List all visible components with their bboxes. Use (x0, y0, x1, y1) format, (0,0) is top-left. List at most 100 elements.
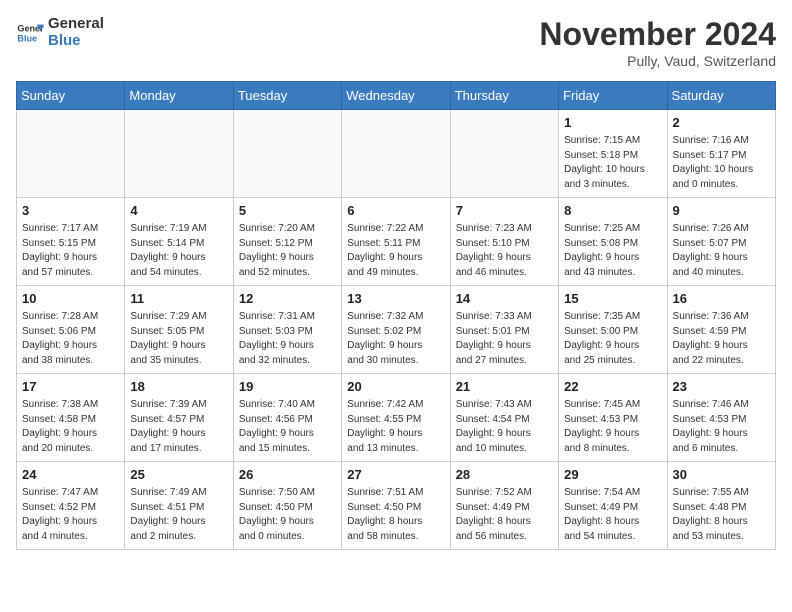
day-info: Sunrise: 7:55 AMSunset: 4:48 PMDaylight:… (673, 486, 770, 544)
day-info: Sunrise: 7:54 AMSunset: 4:49 PMDaylight:… (564, 486, 661, 544)
calendar-cell: 5Sunrise: 7:20 AMSunset: 5:12 PMDaylight… (233, 198, 341, 286)
day-info: Sunrise: 7:36 AMSunset: 4:59 PMDaylight:… (673, 310, 770, 368)
day-number: 27 (347, 466, 444, 484)
calendar-cell: 11 Sunrise: 7:29 AMSunset: 5:05 PMDayligh… (125, 286, 233, 374)
svg-text:Blue: Blue (17, 33, 37, 43)
calendar-cell: 28 Sunrise: 7:52 AMSunset: 4:49 PMDayligh… (450, 462, 558, 550)
day-number: 23 (673, 378, 770, 396)
day-number: 3 (22, 202, 119, 220)
calendar-cell (125, 110, 233, 198)
week-row: 1 Sunrise: 7:15 AMSunset: 5:18 PMDaylight… (17, 110, 776, 198)
week-row: 17Sunrise: 7:38 AMSunset: 4:58 PMDayligh… (17, 374, 776, 462)
day-number: 16 (673, 290, 770, 308)
calendar-cell: 26Sunrise: 7:50 AMSunset: 4:50 PMDayligh… (233, 462, 341, 550)
logo: General Blue General Blue (16, 16, 104, 49)
day-number: 11 (130, 290, 227, 308)
day-info: Sunrise: 7:22 AMSunset: 5:11 PMDaylight:… (347, 222, 444, 280)
day-info: Sunrise: 7:25 AMSunset: 5:08 PMDaylight:… (564, 222, 661, 280)
day-number: 18 (130, 378, 227, 396)
day-number: 17 (22, 378, 119, 396)
day-number: 8 (564, 202, 661, 220)
calendar-cell: 9 Sunrise: 7:26 AMSunset: 5:07 PMDaylight… (667, 198, 775, 286)
calendar: SundayMondayTuesdayWednesdayThursdayFrid… (16, 81, 776, 550)
day-info: Sunrise: 7:43 AMSunset: 4:54 PMDaylight:… (456, 398, 553, 456)
weekday-header: Wednesday (342, 82, 450, 110)
day-info: Sunrise: 7:32 AMSunset: 5:02 PMDaylight:… (347, 310, 444, 368)
calendar-cell: 16 Sunrise: 7:36 AMSunset: 4:59 PMDayligh… (667, 286, 775, 374)
calendar-cell: 12 Sunrise: 7:31 AMSunset: 5:03 PMDayligh… (233, 286, 341, 374)
calendar-cell: 18 Sunrise: 7:39 AMSunset: 4:57 PMDayligh… (125, 374, 233, 462)
day-info: Sunrise: 7:20 AMSunset: 5:12 PMDaylight:… (239, 222, 336, 280)
day-info: Sunrise: 7:42 AMSunset: 4:55 PMDaylight:… (347, 398, 444, 456)
calendar-cell: 14 Sunrise: 7:33 AMSunset: 5:01 PMDayligh… (450, 286, 558, 374)
calendar-cell: 29Sunrise: 7:54 AMSunset: 4:49 PMDayligh… (559, 462, 667, 550)
day-info: Sunrise: 7:23 AMSunset: 5:10 PMDaylight:… (456, 222, 553, 280)
weekday-header: Monday (125, 82, 233, 110)
day-number: 7 (456, 202, 553, 220)
day-number: 1 (564, 114, 661, 132)
weekday-header: Saturday (667, 82, 775, 110)
month-title: November 2024 (539, 16, 776, 53)
day-number: 26 (239, 466, 336, 484)
day-number: 21 (456, 378, 553, 396)
day-number: 4 (130, 202, 227, 220)
calendar-cell: 8 Sunrise: 7:25 AMSunset: 5:08 PMDaylight… (559, 198, 667, 286)
calendar-cell: 24Sunrise: 7:47 AMSunset: 4:52 PMDayligh… (17, 462, 125, 550)
day-info: Sunrise: 7:31 AMSunset: 5:03 PMDaylight:… (239, 310, 336, 368)
day-info: Sunrise: 7:49 AMSunset: 4:51 PMDaylight:… (130, 486, 227, 544)
page-header: General Blue General Blue November 2024 … (16, 16, 776, 69)
day-number: 10 (22, 290, 119, 308)
calendar-cell: 22 Sunrise: 7:45 AMSunset: 4:53 PMDayligh… (559, 374, 667, 462)
day-info: Sunrise: 7:40 AMSunset: 4:56 PMDaylight:… (239, 398, 336, 456)
day-info: Sunrise: 7:28 AMSunset: 5:06 PMDaylight:… (22, 310, 119, 368)
calendar-cell: 13 Sunrise: 7:32 AMSunset: 5:02 PMDayligh… (342, 286, 450, 374)
calendar-cell: 27 Sunrise: 7:51 AMSunset: 4:50 PMDayligh… (342, 462, 450, 550)
day-number: 20 (347, 378, 444, 396)
day-info: Sunrise: 7:39 AMSunset: 4:57 PMDaylight:… (130, 398, 227, 456)
day-info: Sunrise: 7:45 AMSunset: 4:53 PMDaylight:… (564, 398, 661, 456)
day-info: Sunrise: 7:51 AMSunset: 4:50 PMDaylight:… (347, 486, 444, 544)
calendar-cell: 7 Sunrise: 7:23 AMSunset: 5:10 PMDaylight… (450, 198, 558, 286)
logo-text: General Blue (48, 16, 104, 49)
day-number: 12 (239, 290, 336, 308)
calendar-cell: 3 Sunrise: 7:17 AMSunset: 5:15 PMDaylight… (17, 198, 125, 286)
calendar-cell: 10 Sunrise: 7:28 AMSunset: 5:06 PMDayligh… (17, 286, 125, 374)
weekday-header: Tuesday (233, 82, 341, 110)
day-info: Sunrise: 7:16 AMSunset: 5:17 PMDaylight:… (673, 134, 770, 192)
calendar-cell: 19 Sunrise: 7:40 AMSunset: 4:56 PMDayligh… (233, 374, 341, 462)
day-number: 13 (347, 290, 444, 308)
weekday-header: Friday (559, 82, 667, 110)
day-number: 22 (564, 378, 661, 396)
calendar-header-row: SundayMondayTuesdayWednesdayThursdayFrid… (17, 82, 776, 110)
calendar-cell: 30Sunrise: 7:55 AMSunset: 4:48 PMDayligh… (667, 462, 775, 550)
day-number: 28 (456, 466, 553, 484)
day-number: 19 (239, 378, 336, 396)
calendar-cell: 17Sunrise: 7:38 AMSunset: 4:58 PMDayligh… (17, 374, 125, 462)
calendar-cell: 6 Sunrise: 7:22 AMSunset: 5:11 PMDaylight… (342, 198, 450, 286)
day-info: Sunrise: 7:29 AMSunset: 5:05 PMDaylight:… (130, 310, 227, 368)
calendar-cell: 23 Sunrise: 7:46 AMSunset: 4:53 PMDayligh… (667, 374, 775, 462)
day-info: Sunrise: 7:35 AMSunset: 5:00 PMDaylight:… (564, 310, 661, 368)
day-number: 9 (673, 202, 770, 220)
calendar-cell: 4Sunrise: 7:19 AMSunset: 5:14 PMDaylight… (125, 198, 233, 286)
day-info: Sunrise: 7:52 AMSunset: 4:49 PMDaylight:… (456, 486, 553, 544)
day-number: 6 (347, 202, 444, 220)
week-row: 24Sunrise: 7:47 AMSunset: 4:52 PMDayligh… (17, 462, 776, 550)
logo-icon: General Blue (16, 19, 44, 47)
calendar-cell (450, 110, 558, 198)
day-info: Sunrise: 7:17 AMSunset: 5:15 PMDaylight:… (22, 222, 119, 280)
day-number: 25 (130, 466, 227, 484)
calendar-cell (233, 110, 341, 198)
day-number: 14 (456, 290, 553, 308)
calendar-cell: 21 Sunrise: 7:43 AMSunset: 4:54 PMDayligh… (450, 374, 558, 462)
calendar-cell: 1 Sunrise: 7:15 AMSunset: 5:18 PMDaylight… (559, 110, 667, 198)
day-info: Sunrise: 7:47 AMSunset: 4:52 PMDaylight:… (22, 486, 119, 544)
calendar-cell (17, 110, 125, 198)
calendar-cell: 15Sunrise: 7:35 AMSunset: 5:00 PMDayligh… (559, 286, 667, 374)
title-block: November 2024 Pully, Vaud, Switzerland (539, 16, 776, 69)
day-info: Sunrise: 7:15 AMSunset: 5:18 PMDaylight:… (564, 134, 661, 192)
day-info: Sunrise: 7:46 AMSunset: 4:53 PMDaylight:… (673, 398, 770, 456)
day-info: Sunrise: 7:26 AMSunset: 5:07 PMDaylight:… (673, 222, 770, 280)
day-info: Sunrise: 7:33 AMSunset: 5:01 PMDaylight:… (456, 310, 553, 368)
calendar-cell: 2Sunrise: 7:16 AMSunset: 5:17 PMDaylight… (667, 110, 775, 198)
